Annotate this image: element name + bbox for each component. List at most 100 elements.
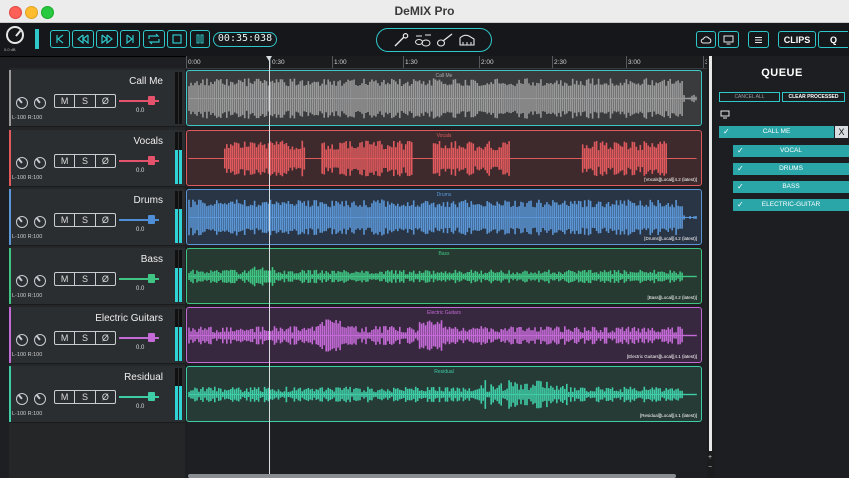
mute-button[interactable]: M	[55, 332, 76, 344]
pan-knob-icon[interactable]	[34, 334, 46, 346]
vertical-scrollbar[interactable]: + −	[707, 56, 715, 478]
phase-invert-button[interactable]: Ø	[96, 273, 115, 285]
playhead[interactable]	[269, 56, 270, 478]
queue-stem-item[interactable]: ✓ ELECTRIC-GUITAR	[733, 199, 849, 211]
skip-to-start-button[interactable]	[50, 30, 70, 48]
lane-label: Drums	[436, 192, 452, 198]
gain-knob-icon[interactable]	[16, 157, 28, 169]
phase-invert-button[interactable]: Ø	[96, 214, 115, 226]
playhead-marker[interactable]	[266, 56, 272, 61]
solo-button[interactable]: S	[75, 332, 96, 344]
solo-button[interactable]: S	[75, 95, 96, 107]
tick-label: 0:30	[272, 59, 285, 66]
pan-knob-icon[interactable]	[34, 275, 46, 287]
level-meter-left	[175, 72, 178, 124]
lane-version-tag: [Bass][Local][4.2 (latest)]	[647, 295, 697, 300]
mute-button[interactable]: M	[55, 214, 76, 226]
cloud-button[interactable]	[696, 31, 716, 48]
tick-line	[479, 56, 480, 68]
level-meter-right	[179, 72, 182, 124]
clear-processed-button[interactable]: CLEAR PROCESSED	[782, 92, 845, 102]
stop-button[interactable]	[167, 30, 187, 48]
lane-version-tag: [Vocals][Local][4.2 (latest)]	[644, 177, 697, 182]
mute-button[interactable]: M	[55, 155, 76, 167]
zoom-out-icon[interactable]: −	[708, 464, 712, 471]
queue-stem-item[interactable]: ✓ DRUMS	[733, 163, 849, 175]
solo-button[interactable]: S	[75, 214, 96, 226]
queue-job-call-me[interactable]: ✓ CALL ME	[719, 126, 834, 138]
master-level-meter	[35, 29, 39, 49]
timeline-ruler[interactable]: 0:000:301:001:302:002:303:003	[186, 56, 709, 69]
mute-button[interactable]: M	[55, 95, 76, 107]
gain-knob-icon[interactable]	[16, 275, 28, 287]
phase-invert-button[interactable]: Ø	[96, 332, 115, 344]
rewind-button[interactable]	[72, 30, 94, 48]
track-color-bar	[9, 130, 11, 186]
solo-button[interactable]: S	[75, 273, 96, 285]
track-color-bar	[9, 366, 11, 422]
track-lane[interactable]: Electric Guitars [Electric Guitars][Loca…	[186, 307, 702, 363]
track-lane[interactable]: Drums [Drums][Local][4.2 (latest)]	[186, 189, 702, 245]
queue-stem-item[interactable]: ✓ BASS	[733, 181, 849, 193]
search-button[interactable]: Q	[818, 31, 848, 48]
level-meter-fill	[179, 268, 182, 302]
pan-knob-icon[interactable]	[34, 97, 46, 109]
tick-label: 3:00	[628, 59, 641, 66]
zoom-in-icon[interactable]: +	[708, 454, 712, 461]
pan-knob-icon[interactable]	[34, 216, 46, 228]
clips-button[interactable]: CLIPS	[778, 31, 816, 48]
mixer-strip: Electric Guitars M S Ø L-100 R:100 0.0	[9, 307, 185, 364]
volume-fader-handle[interactable]	[148, 215, 155, 224]
fader-value: 0.0	[136, 168, 145, 174]
piano-icon[interactable]	[458, 33, 476, 47]
local-computer-button[interactable]	[718, 31, 739, 48]
remove-job-button[interactable]: X	[835, 126, 848, 138]
phase-invert-button[interactable]: Ø	[96, 391, 115, 403]
volume-fader-handle[interactable]	[148, 156, 155, 165]
gain-knob-icon[interactable]	[16, 393, 28, 405]
queue-stem-item[interactable]: ✓ VOCAL	[733, 145, 849, 157]
scrollbar-thumb[interactable]	[709, 56, 712, 451]
volume-fader-handle[interactable]	[148, 274, 155, 283]
drum-kit-icon[interactable]	[414, 33, 432, 47]
track-lane[interactable]: Bass [Bass][Local][4.2 (latest)]	[186, 248, 702, 304]
gain-knob-icon[interactable]	[16, 216, 28, 228]
tick-line	[332, 56, 333, 68]
volume-fader-handle[interactable]	[148, 333, 155, 342]
microphone-icon[interactable]	[392, 33, 410, 47]
gain-knob-icon[interactable]	[16, 97, 28, 109]
track-lane[interactable]: Call Me	[186, 70, 702, 126]
pan-knob-icon[interactable]	[34, 157, 46, 169]
fast-forward-button[interactable]	[96, 30, 118, 48]
phase-invert-button[interactable]: Ø	[96, 95, 115, 107]
separation-mode-selector[interactable]	[376, 28, 492, 52]
track-lane[interactable]: Residual [Residual][Local][4.1 (latest)]	[186, 366, 702, 422]
gain-knob-icon[interactable]	[16, 334, 28, 346]
tick-line	[703, 56, 704, 68]
pause-button[interactable]	[190, 30, 210, 48]
volume-fader-handle[interactable]	[148, 392, 155, 401]
solo-button[interactable]: S	[75, 391, 96, 403]
track-lane[interactable]: Vocals [Vocals][Local][4.2 (latest)]	[186, 130, 702, 186]
skip-end-icon	[126, 34, 134, 44]
mute-solo-phase-group: M S Ø	[54, 213, 116, 227]
volume-fader-handle[interactable]	[148, 96, 155, 105]
mute-button[interactable]: M	[55, 391, 76, 403]
mute-solo-phase-group: M S Ø	[54, 390, 116, 404]
mute-button[interactable]: M	[55, 273, 76, 285]
pan-range-label: L-100 R:100	[12, 115, 43, 121]
solo-button[interactable]: S	[75, 155, 96, 167]
skip-to-end-button[interactable]	[120, 30, 140, 48]
horizontal-scrollbar[interactable]	[188, 474, 676, 478]
mixer-panel: Call Me M S Ø L-100 R:100 0.0 Vocals M S…	[9, 68, 185, 478]
phase-invert-button[interactable]: Ø	[96, 155, 115, 167]
pan-range-label: L-100 R:100	[12, 175, 43, 181]
menu-button[interactable]	[748, 31, 769, 48]
pan-knob-icon[interactable]	[34, 393, 46, 405]
guitar-icon[interactable]	[436, 33, 454, 47]
track-name: Vocals	[133, 136, 163, 147]
loop-button[interactable]	[143, 30, 165, 48]
cancel-all-button[interactable]: CANCEL ALL	[719, 92, 780, 102]
level-meter-fill	[175, 209, 178, 243]
master-volume-knob[interactable]	[6, 26, 24, 44]
